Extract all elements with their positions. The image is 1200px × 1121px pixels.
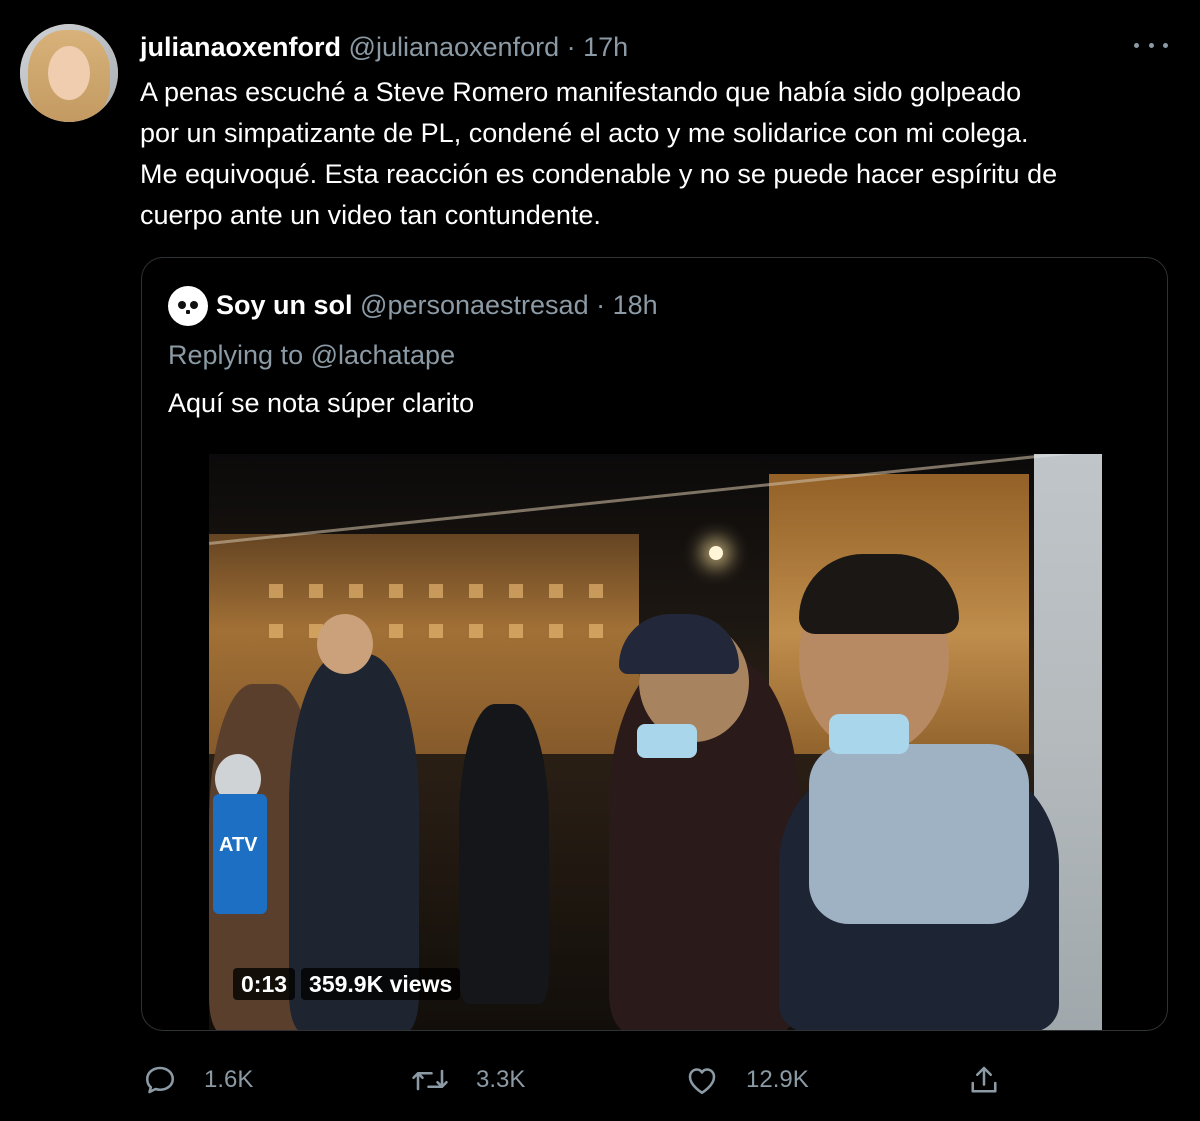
retweet-count: 3.3K	[476, 1066, 526, 1093]
action-bar: 1.6K 3.3K 12.9K	[0, 1056, 1200, 1104]
tweet-text: A penas escuché a Steve Romero manifesta…	[140, 72, 1180, 236]
reply-count: 1.6K	[204, 1066, 254, 1093]
quoted-timestamp[interactable]: 18h	[613, 290, 658, 320]
video-person	[459, 704, 549, 1004]
share-button[interactable]	[966, 1056, 1002, 1104]
more-horizontal-icon[interactable]	[1134, 38, 1168, 52]
display-name[interactable]: julianaoxenford	[140, 32, 341, 62]
video-person-head	[317, 614, 373, 674]
share-icon	[971, 1066, 997, 1093]
reply-button[interactable]: 1.6K	[142, 1056, 253, 1104]
tweet-header: julianaoxenford @julianaoxenford · 17h	[140, 30, 628, 64]
avatar[interactable]	[20, 24, 118, 122]
video-person-mask	[637, 724, 697, 758]
avatar-face	[48, 46, 90, 100]
quoted-handle[interactable]: @personaestresad	[360, 290, 589, 320]
heart-icon	[688, 1068, 716, 1095]
tweet: julianaoxenford @julianaoxenford · 17h A…	[0, 0, 1200, 1121]
video-duration: 0:13	[233, 968, 296, 1000]
separator-dot: ·	[596, 290, 606, 320]
video-player[interactable]: ATV 0:13 359.9K views	[209, 454, 1102, 1030]
like-button[interactable]: 12.9K	[684, 1056, 809, 1104]
handle[interactable]: @julianaoxenford	[349, 32, 560, 62]
tweet-text-line: cuerpo ante un video tan contundente.	[140, 200, 601, 230]
like-count: 12.9K	[746, 1066, 809, 1093]
quoted-tweet[interactable]: Soy un sol @personaestresad · 18h Replyi…	[141, 257, 1168, 1031]
skull-icon	[175, 295, 201, 317]
video-streetlight	[709, 546, 723, 560]
quoted-avatar[interactable]	[168, 286, 208, 326]
video-views: 359.9K views	[301, 968, 461, 1000]
separator-dot: ·	[566, 32, 576, 62]
quoted-display-name[interactable]: Soy un sol	[216, 290, 353, 320]
retweet-icon	[412, 1069, 448, 1091]
tweet-text-line: A penas escuché a Steve Romero manifesta…	[140, 77, 1022, 107]
retweet-button[interactable]: 3.3K	[410, 1056, 525, 1104]
quoted-header: Soy un sol @personaestresad · 18h	[216, 288, 658, 322]
microphone-logo: ATV	[219, 834, 258, 856]
video-overlay: 0:13 359.9K views	[233, 968, 461, 1000]
tweet-text-line: Me equivoqué. Esta reacción es condenabl…	[140, 159, 1058, 189]
video-windows	[269, 584, 629, 598]
tweet-text-line: por un simpatizante de PL, condené el ac…	[140, 118, 1029, 148]
timestamp[interactable]: 17h	[583, 32, 628, 62]
video-person-mask	[829, 714, 909, 754]
quoted-text: Aquí se nota súper clarito	[168, 388, 475, 418]
video-person-hood	[809, 744, 1029, 924]
reply-icon	[145, 1066, 175, 1094]
replying-to[interactable]: Replying to @lachatape	[168, 338, 455, 372]
